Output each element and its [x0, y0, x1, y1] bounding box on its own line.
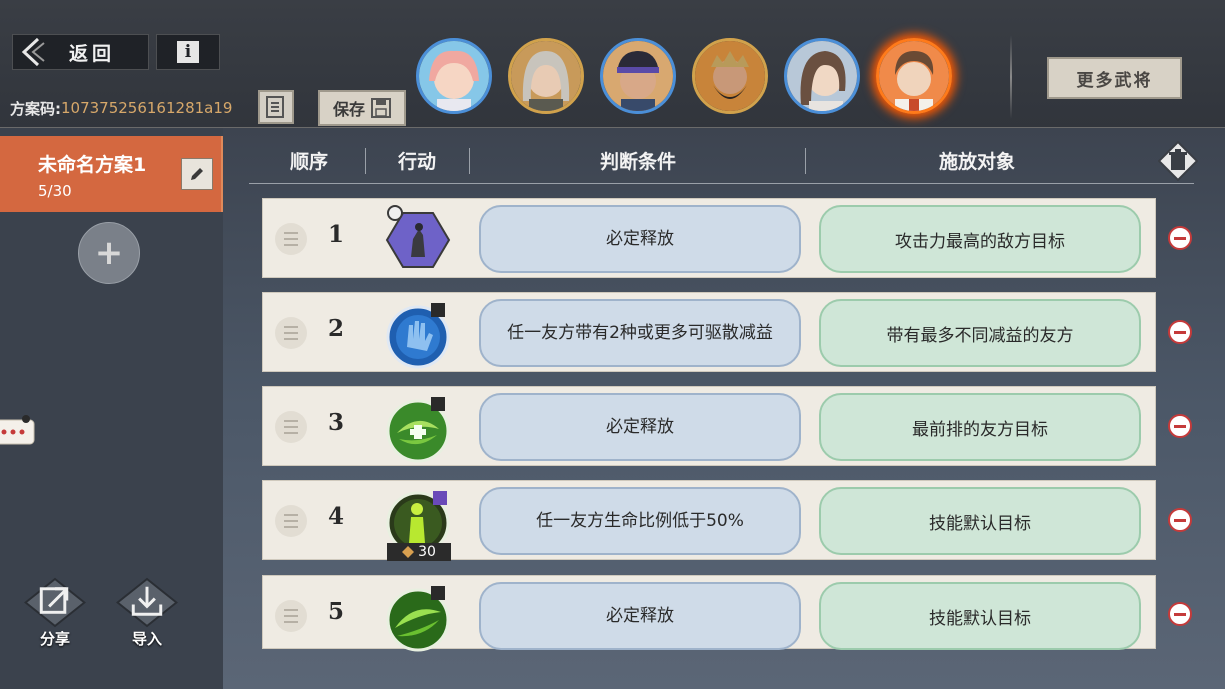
header-condition: 判断条件	[599, 150, 676, 173]
topbar-divider	[1010, 35, 1012, 119]
tactic-row: 1 必定释放 攻击力最高的敌方目标	[262, 198, 1156, 278]
drag-handle-icon[interactable]	[275, 411, 307, 443]
condition-selector[interactable]: 必定释放	[479, 205, 801, 273]
save-label: 保存	[332, 100, 365, 119]
plan-card-active[interactable]: 未命名方案1 5/30	[0, 136, 223, 212]
table-header: 顺序 行动 判断条件 施放对象	[249, 140, 1194, 184]
condition-selector[interactable]: 必定释放	[479, 582, 801, 650]
plan-code-row: 方案码: 107375256161281a19	[0, 90, 300, 126]
share-label: 分享	[39, 630, 70, 648]
general-portrait-1[interactable]	[416, 38, 492, 114]
general-portrait-2[interactable]	[508, 38, 584, 114]
target-selector[interactable]: 技能默认目标	[819, 487, 1141, 555]
tactic-row: 5 必定释放 技能默认目标	[262, 575, 1156, 652]
drag-handle-icon[interactable]	[275, 317, 307, 349]
header-order: 顺序	[289, 150, 328, 173]
add-plan-button[interactable]: +	[78, 222, 140, 284]
floppy-icon	[371, 98, 391, 118]
clear-all-button[interactable]	[1157, 140, 1199, 182]
plan-count: 5/30	[38, 182, 72, 200]
blue-hand-skill-icon[interactable]	[383, 299, 453, 369]
row-number: 4	[327, 503, 344, 530]
target-selector[interactable]: 攻击力最高的敌方目标	[819, 205, 1141, 273]
back-button[interactable]: 返回	[12, 34, 149, 70]
energy-icon	[402, 546, 415, 558]
general-portrait-4[interactable]	[692, 38, 768, 114]
target-selector[interactable]: 技能默认目标	[819, 582, 1141, 650]
general-portrait-3[interactable]	[600, 38, 676, 114]
plan-code-label: 方案码:	[10, 99, 61, 118]
header-divider	[469, 148, 470, 174]
cooldown-badge: 30	[387, 543, 451, 561]
plan-sidebar: 未命名方案1 5/30 + 分享 导入	[0, 128, 223, 689]
import-label: 导入	[131, 630, 162, 648]
target-selector[interactable]: 最前排的友方目标	[819, 393, 1141, 461]
pencil-icon	[191, 168, 203, 180]
drag-handle-icon[interactable]	[275, 600, 307, 632]
tactics-screen: 返回 i 方案码: 107375256161281a19 保存 更多武将 未命名…	[0, 0, 1225, 689]
info-button[interactable]: i	[156, 34, 220, 70]
chat-bubble-icon[interactable]	[0, 414, 38, 450]
remove-row-button[interactable]	[1168, 226, 1192, 250]
green-swirl-skill-icon[interactable]	[383, 582, 453, 652]
target-selector[interactable]: 带有最多不同减益的友方	[819, 299, 1141, 367]
top-bar: 返回 i 方案码: 107375256161281a19 保存 更多武将	[0, 0, 1225, 128]
condition-selector[interactable]: 必定释放	[479, 393, 801, 461]
import-button[interactable]: 导入	[114, 577, 180, 649]
row-number: 3	[327, 409, 344, 436]
remove-row-button[interactable]	[1168, 602, 1192, 626]
edit-plan-name-button[interactable]	[181, 158, 213, 190]
back-label: 返回	[69, 42, 116, 65]
import-icon	[116, 577, 178, 628]
row-number: 5	[327, 598, 344, 625]
drag-handle-icon[interactable]	[275, 505, 307, 537]
save-button[interactable]: 保存	[318, 90, 406, 126]
remove-row-button[interactable]	[1168, 320, 1192, 344]
condition-selector[interactable]: 任一友方带有2种或更多可驱散减益	[479, 299, 801, 367]
remove-row-button[interactable]	[1168, 508, 1192, 532]
plan-code-value: 107375256161281a19	[61, 99, 233, 117]
tactic-row: 3 必定释放 最前排的友方目标	[262, 386, 1156, 466]
green-heal-skill-icon[interactable]	[383, 393, 453, 463]
drag-handle-icon[interactable]	[275, 223, 307, 255]
condition-selector[interactable]: 任一友方生命比例低于50%	[479, 487, 801, 555]
cooldown-value: 30	[418, 544, 436, 560]
tactic-row: 2 任一友方带有2种或更多可驱散减益 带有最多不同减益的友方	[262, 292, 1156, 372]
trash-icon	[1158, 141, 1198, 181]
general-portrait-6[interactable]	[876, 38, 952, 114]
info-icon: i	[177, 41, 199, 63]
general-portrait-5[interactable]	[784, 38, 860, 114]
share-icon	[24, 577, 86, 628]
copy-code-button[interactable]	[258, 90, 294, 124]
header-target: 施放对象	[938, 150, 1015, 173]
tactic-row: 4 30 任一友方生命比例低于50% 技能默认目标	[262, 480, 1156, 561]
more-generals-button[interactable]: 更多武将	[1047, 57, 1182, 99]
copy-icon	[266, 96, 284, 118]
share-button[interactable]: 分享	[22, 577, 88, 649]
header-divider	[365, 148, 366, 174]
horseman-skill-icon[interactable]	[383, 205, 453, 275]
remove-row-button[interactable]	[1168, 414, 1192, 438]
back-arrow-icon	[13, 34, 53, 70]
header-action: 行动	[397, 150, 436, 173]
row-number: 2	[327, 315, 344, 342]
header-divider	[805, 148, 806, 174]
plan-name: 未命名方案1	[38, 154, 147, 176]
row-number: 1	[327, 221, 344, 248]
